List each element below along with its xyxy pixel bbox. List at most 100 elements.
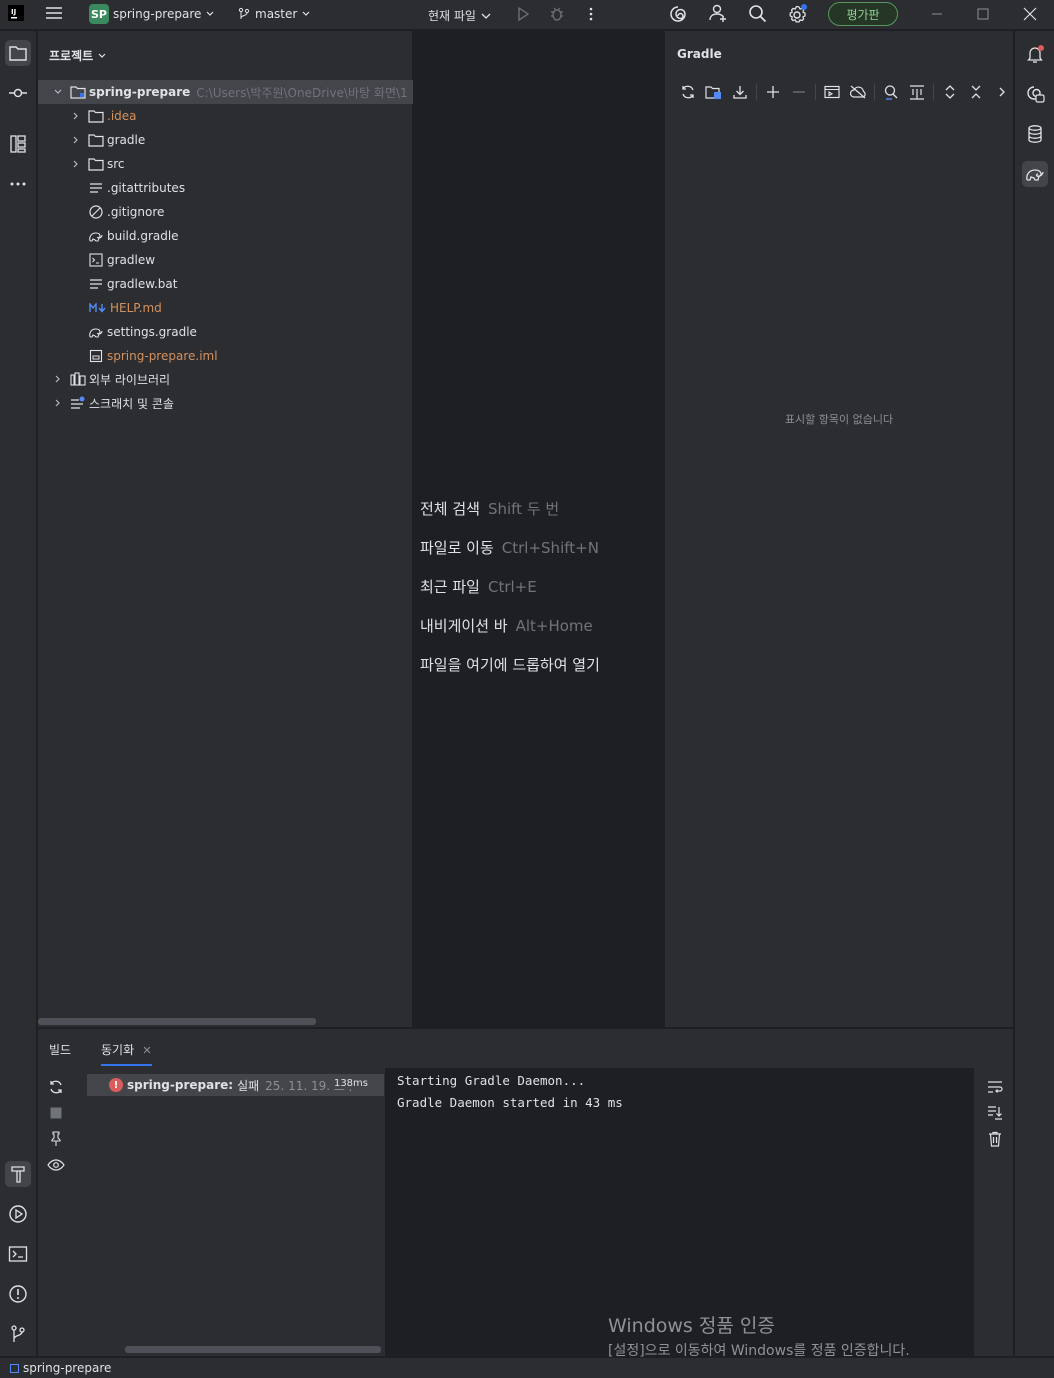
notifications-bell-icon[interactable]: [1022, 41, 1048, 67]
tree-root-row[interactable]: spring-prepare C:\Users\박주원\OneDrive\바탕 …: [38, 80, 413, 104]
error-icon: !: [109, 1078, 123, 1092]
text-file-icon: [88, 180, 104, 196]
pin-icon[interactable]: [46, 1129, 66, 1149]
ai-chat-icon[interactable]: [1022, 81, 1048, 107]
tree-item-label: .idea: [107, 109, 137, 123]
chevron-right-icon[interactable]: [52, 397, 64, 409]
terminal-icon[interactable]: [5, 1241, 31, 1267]
branch-name: master: [255, 7, 298, 21]
project-panel-title: 프로젝트: [49, 49, 94, 63]
tree-item-help-md[interactable]: HELP.md: [38, 296, 162, 320]
build-hammer-icon[interactable]: [5, 1161, 31, 1187]
tab-sync[interactable]: 동기화: [101, 1041, 153, 1066]
tree-item-gitignore[interactable]: .gitignore: [38, 200, 164, 224]
tree-item-gradlew-bat[interactable]: gradlew.bat: [38, 272, 177, 296]
remove-icon[interactable]: [786, 81, 812, 103]
collapse-all-icon[interactable]: [963, 81, 989, 103]
horizontal-scrollbar[interactable]: [125, 1346, 381, 1353]
toolbar-separator: [933, 84, 934, 100]
chevron-right-icon[interactable]: [989, 81, 1015, 103]
tree-item-gradle-folder[interactable]: gradle: [38, 128, 145, 152]
main-menu-icon[interactable]: [45, 5, 63, 21]
tree-item-gitattributes[interactable]: .gitattributes: [38, 176, 185, 200]
rerun-sync-icon[interactable]: [46, 1077, 66, 1097]
text-file-icon: [88, 276, 104, 292]
console-line: Starting Gradle Daemon...: [397, 1073, 586, 1088]
hint-label: 파일을 여기에 드롭하여 열기: [420, 656, 600, 674]
tree-root-name: spring-prepare: [89, 85, 191, 99]
soft-wrap-icon[interactable]: [985, 1077, 1005, 1097]
hint-label: 파일로 이동: [420, 539, 494, 557]
chevron-right-icon[interactable]: [70, 110, 82, 122]
build-result-row[interactable]: ! spring-prepare: 실패 25. 11. 19. 오후 138m…: [87, 1074, 384, 1096]
app-logo-icon[interactable]: IJ: [8, 5, 24, 21]
status-project-name[interactable]: spring-prepare: [23, 1361, 111, 1375]
hint-recent-files: 최근 파일 Ctrl+E: [420, 576, 537, 597]
ai-assistant-icon[interactable]: [668, 4, 688, 24]
eval-license-button[interactable]: 평가판: [828, 2, 898, 26]
search-icon[interactable]: [748, 4, 768, 24]
eye-icon[interactable]: [46, 1155, 66, 1175]
add-user-icon[interactable]: [708, 3, 728, 23]
minimize-icon[interactable]: [930, 7, 944, 21]
offline-mode-icon[interactable]: [845, 81, 871, 103]
tree-item-external-libraries[interactable]: 외부 라이브러리: [38, 367, 170, 391]
chevron-down-icon: [206, 11, 214, 16]
show-dependencies-icon[interactable]: [904, 81, 930, 103]
maximize-icon[interactable]: [976, 7, 990, 21]
close-icon[interactable]: [1022, 6, 1038, 22]
chevron-down-icon: [481, 13, 491, 19]
close-tab-icon[interactable]: [142, 1045, 152, 1055]
tree-item-scratches[interactable]: 스크래치 및 콘솔: [38, 391, 174, 415]
chevron-right-icon[interactable]: [70, 134, 82, 146]
tree-item-gradlew[interactable]: gradlew: [38, 248, 155, 272]
reload-icon[interactable]: [675, 81, 701, 103]
tree-item-settings-gradle[interactable]: settings.gradle: [38, 320, 197, 344]
gradle-elephant-icon[interactable]: [1022, 161, 1048, 187]
tree-item-src[interactable]: src: [38, 152, 125, 176]
tree-item-label: gradlew: [107, 253, 156, 267]
folder-icon: [88, 132, 104, 148]
build-tool-window: 빌드 동기화 ! spring-prepare: 실패 25. 11. 19. …: [38, 1028, 1013, 1359]
services-run-icon[interactable]: [5, 1201, 31, 1227]
tree-item-iml[interactable]: spring-prepare.iml: [38, 344, 218, 368]
project-panel-header[interactable]: 프로젝트: [49, 47, 107, 64]
chevron-right-icon[interactable]: [70, 158, 82, 170]
stop-icon[interactable]: [46, 1103, 66, 1123]
project-folder-icon[interactable]: [5, 40, 31, 66]
title-bar: IJ SP spring-prepare master 현재 파일 평가판: [0, 0, 1054, 30]
problems-icon[interactable]: [5, 1281, 31, 1307]
settings-gear-icon[interactable]: [787, 3, 809, 25]
more-options-icon[interactable]: [584, 6, 598, 22]
project-switcher[interactable]: SP spring-prepare: [89, 4, 215, 24]
run-config-selector[interactable]: 현재 파일: [428, 7, 492, 24]
git-icon[interactable]: [5, 1321, 31, 1347]
trash-icon[interactable]: [985, 1129, 1005, 1149]
chevron-down-icon[interactable]: [52, 86, 64, 98]
build-console[interactable]: Starting Gradle Daemon... Gradle Daemon …: [385, 1068, 974, 1359]
horizontal-scrollbar[interactable]: [38, 1018, 316, 1025]
tree-item-build-gradle[interactable]: build.gradle: [38, 224, 179, 248]
run-config-label: 현재 파일: [428, 9, 476, 23]
debug-icon[interactable]: [549, 6, 565, 22]
tree-item-idea[interactable]: .idea: [38, 104, 137, 128]
branch-switcher[interactable]: master: [237, 7, 311, 21]
build-tree: ! spring-prepare: 실패 25. 11. 19. 오후 138m…: [87, 1068, 384, 1356]
commit-icon[interactable]: [5, 80, 31, 106]
database-icon[interactable]: [1022, 121, 1048, 147]
tree-item-label: .gitignore: [107, 205, 165, 219]
more-tools-icon[interactable]: [5, 171, 31, 197]
structure-icon[interactable]: [5, 131, 31, 157]
git-branch-icon: [238, 7, 250, 19]
chevron-right-icon[interactable]: [52, 373, 64, 385]
add-icon[interactable]: [760, 81, 786, 103]
watermark-title: Windows 정품 인증: [608, 1315, 775, 1337]
link-project-icon[interactable]: [701, 81, 727, 103]
run-icon[interactable]: [515, 6, 531, 22]
expand-all-icon[interactable]: [937, 81, 963, 103]
download-sources-icon[interactable]: [727, 81, 753, 103]
run-task-icon[interactable]: [819, 81, 845, 103]
analyze-dependencies-icon[interactable]: [878, 81, 904, 103]
tab-build[interactable]: 빌드: [49, 1041, 71, 1058]
scroll-to-end-icon[interactable]: [985, 1103, 1005, 1123]
